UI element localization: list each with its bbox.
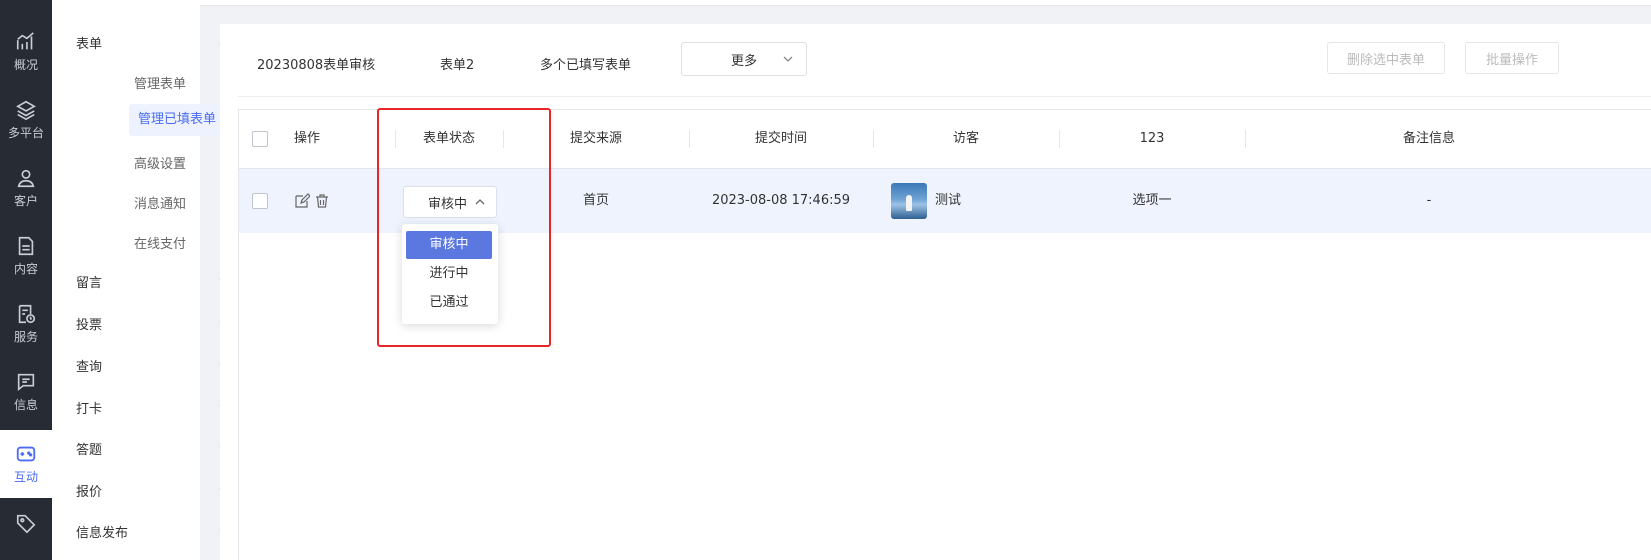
nav-group-label: 表单 (76, 37, 103, 52)
nav-sub-notifications[interactable]: 消息通知 (134, 193, 186, 212)
more-select-label: 更多 (730, 53, 757, 69)
rail-item-label: 内容 (13, 262, 38, 276)
edit-icon[interactable] (294, 193, 310, 209)
nav-sub-manage-forms[interactable]: 管理表单 (134, 73, 186, 92)
header-123: 123 (1139, 131, 1165, 146)
rail-item-label: 客户 (13, 194, 38, 208)
nav-sub-manage-filled-forms[interactable]: 管理已填表单 (129, 104, 229, 136)
secondary-nav: 表单 ▴ 管理表单 管理已填表单 高级设置 消息通知 在线支付 留言 ▾ 投票 … (52, 0, 229, 560)
nav-group-label: 留言 (76, 276, 103, 291)
rail-item-label: 服务 (13, 330, 38, 344)
tag-icon (16, 514, 36, 534)
more-select[interactable]: 更多 (681, 42, 807, 76)
cell-visitor: 测试 (935, 193, 962, 208)
gamepad-icon (16, 446, 36, 462)
nav-group-vote[interactable]: 投票 ▾ (76, 314, 230, 333)
delete-selected-button[interactable]: 删除选中表单 (1327, 42, 1445, 74)
highlight-box (377, 108, 551, 347)
rail-item-multiplatform[interactable]: 多平台 (0, 86, 52, 154)
nav-group-checkin[interactable]: 打卡 ▾ (76, 398, 230, 417)
row-checkbox[interactable] (252, 193, 268, 209)
nav-group-info-publish[interactable]: 信息发布 ▾ (76, 522, 230, 541)
rail-item-label: 概况 (13, 58, 38, 72)
divider (238, 96, 1651, 97)
header-operate: 操作 (293, 131, 320, 146)
rail-item-interaction[interactable]: 互动 (0, 430, 52, 498)
message-icon (17, 373, 35, 392)
nav-group-query[interactable]: 查询 ▾ (76, 356, 230, 375)
nav-group-quiz[interactable]: 答题 ▾ (76, 439, 230, 458)
nav-group-label: 答题 (76, 443, 103, 458)
nav-group-message-board[interactable]: 留言 ▾ (76, 272, 230, 291)
rail-item-service[interactable]: 服务 (0, 290, 52, 358)
rail-item-overview[interactable]: 概况 (0, 18, 52, 86)
header-remark: 备注信息 (1402, 131, 1455, 146)
rail-item-label: 多平台 (7, 126, 44, 140)
nav-group-form[interactable]: 表单 ▴ (76, 33, 230, 52)
user-icon (17, 169, 35, 188)
nav-group-label: 报价 (76, 485, 103, 500)
batch-operation-button[interactable]: 批量操作 (1465, 42, 1559, 74)
rail-item-tag[interactable] (0, 498, 52, 560)
avatar (891, 183, 927, 219)
nav-group-label: 打卡 (76, 402, 103, 417)
document-icon (18, 236, 34, 256)
layers-icon (16, 100, 36, 121)
cell-123: 选项一 (1132, 193, 1172, 208)
rail-item-label: 信息 (13, 398, 38, 412)
rail-item-message[interactable]: 信息 (0, 358, 52, 426)
rail-item-customer[interactable]: 客户 (0, 154, 52, 222)
service-icon (18, 304, 36, 324)
nav-group-label: 查询 (76, 360, 103, 375)
top-bar (200, 0, 1651, 6)
icon-rail: 概况 多平台 客户 内容 服务 信息 互动 (0, 0, 52, 560)
nav-sub-advanced-settings[interactable]: 高级设置 (134, 153, 186, 172)
rail-item-content[interactable]: 内容 (0, 222, 52, 290)
header-time: 提交时间 (754, 131, 807, 146)
cell-time: 2023-08-08 17:46:59 (711, 193, 851, 208)
rail-item-label: 互动 (13, 470, 38, 484)
chart-trend-icon (16, 32, 34, 50)
chevron-down-icon (783, 56, 793, 62)
tab-multiple-filled-forms[interactable]: 多个已填写表单 (540, 54, 631, 73)
tab-form-review[interactable]: 20230808表单审核 (257, 54, 375, 73)
nav-group-quote[interactable]: 报价 ▾ (76, 481, 230, 500)
delete-icon[interactable] (314, 193, 330, 209)
nav-sub-online-payment[interactable]: 在线支付 (134, 233, 186, 252)
header-visitor: 访客 (952, 131, 979, 146)
avatar-figure (906, 195, 912, 211)
select-all-checkbox[interactable] (252, 131, 268, 147)
cell-remark: - (1426, 193, 1432, 208)
tab-form-2[interactable]: 表单2 (440, 54, 474, 73)
nav-group-label: 信息发布 (76, 526, 129, 541)
nav-group-label: 投票 (76, 318, 103, 333)
